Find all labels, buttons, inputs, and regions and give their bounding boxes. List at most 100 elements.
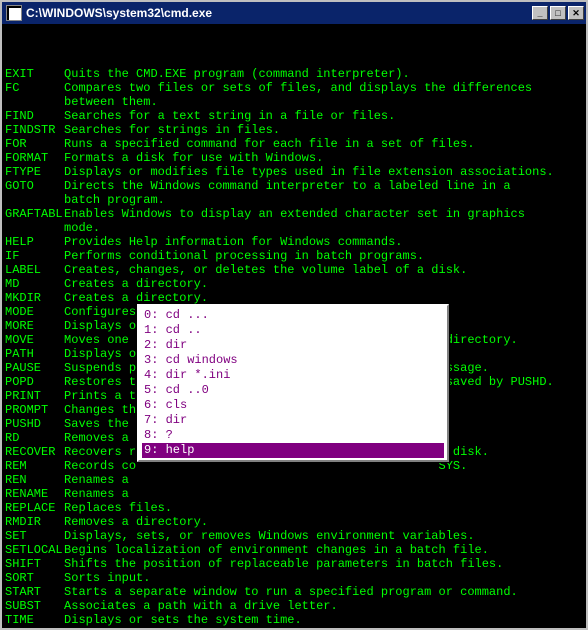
help-description: Displays or modifies file types used in … [64, 165, 583, 179]
history-item[interactable]: 7: dir [142, 413, 444, 428]
help-description: Replaces files. [64, 501, 583, 515]
help-row: RMDIRRemoves a directory. [5, 515, 583, 529]
help-command: SHIFT [5, 557, 64, 571]
help-description: Associates a path with a drive letter. [64, 599, 583, 613]
help-row: REPLACEReplaces files. [5, 501, 583, 515]
help-description: Creates a directory. [64, 277, 583, 291]
minimize-button[interactable]: _ [532, 6, 548, 20]
help-description: Searches for a text string in a file or … [64, 109, 583, 123]
help-description: batch program. [64, 193, 583, 207]
help-row: TITLESets the window title for a CMD.EXE… [5, 627, 583, 628]
help-command: FIND [5, 109, 64, 123]
help-row: SETDisplays, sets, or removes Windows en… [5, 529, 583, 543]
help-command: FOR [5, 137, 64, 151]
history-item[interactable]: 5: cd ..0 [142, 383, 444, 398]
help-command: GRAFTABL [5, 207, 64, 221]
history-item[interactable]: 9: help [142, 443, 444, 458]
window-buttons: _ □ ✕ [532, 6, 584, 20]
help-row: RENAMERenames a [5, 487, 583, 501]
help-description: Creates, changes, or deletes the volume … [64, 263, 583, 277]
help-command: FC [5, 81, 64, 95]
history-item[interactable]: 1: cd .. [142, 323, 444, 338]
help-row: FORMATFormats a disk for use with Window… [5, 151, 583, 165]
help-row: SHIFTShifts the position of replaceable … [5, 557, 583, 571]
help-command: EXIT [5, 67, 64, 81]
help-row: FCCompares two files or sets of files, a… [5, 81, 583, 95]
help-command: RECOVER [5, 445, 64, 459]
help-command: RD [5, 431, 64, 445]
help-description: mode. [64, 221, 583, 235]
help-description: Renames a [64, 473, 583, 487]
maximize-button[interactable]: □ [550, 6, 566, 20]
help-command: START [5, 585, 64, 599]
help-command: IF [5, 249, 64, 263]
help-description: Sorts input. [64, 571, 583, 585]
help-command: PUSHD [5, 417, 64, 431]
help-description: Provides Help information for Windows co… [64, 235, 583, 249]
help-row: RENRenames a [5, 473, 583, 487]
history-item[interactable]: 0: cd ... [142, 308, 444, 323]
help-command: MODE [5, 305, 64, 319]
help-row: STARTStarts a separate window to run a s… [5, 585, 583, 599]
help-row: SORTSorts input. [5, 571, 583, 585]
help-description: Compares two files or sets of files, and… [64, 81, 583, 95]
help-command: SET [5, 529, 64, 543]
help-command [5, 221, 64, 235]
titlebar[interactable]: C:\WINDOWS\system32\cmd.exe _ □ ✕ [2, 2, 586, 24]
help-command: POPD [5, 375, 64, 389]
help-row: TIMEDisplays or sets the system time. [5, 613, 583, 627]
help-row: GOTODirects the Windows command interpre… [5, 179, 583, 193]
help-command: TIME [5, 613, 64, 627]
command-history-popup[interactable]: 0: cd ...1: cd ..2: dir3: cd windows4: d… [137, 304, 449, 462]
help-command [5, 193, 64, 207]
history-item[interactable]: 3: cd windows [142, 353, 444, 368]
history-item[interactable]: 8: ? [142, 428, 444, 443]
history-item[interactable]: 6: cls [142, 398, 444, 413]
help-description: Formats a disk for use with Windows. [64, 151, 583, 165]
window-title: C:\WINDOWS\system32\cmd.exe [26, 6, 532, 20]
help-row: FINDSearches for a text string in a file… [5, 109, 583, 123]
help-row: FTYPEDisplays or modifies file types use… [5, 165, 583, 179]
help-command: PROMPT [5, 403, 64, 417]
help-row: SETLOCALBegins localization of environme… [5, 543, 583, 557]
help-row: FINDSTRSearches for strings in files. [5, 123, 583, 137]
help-command: MOVE [5, 333, 64, 347]
help-command: MD [5, 277, 64, 291]
help-command: TITLE [5, 627, 64, 628]
help-command: SUBST [5, 599, 64, 613]
help-command: PATH [5, 347, 64, 361]
help-description: Removes a directory. [64, 515, 583, 529]
close-button[interactable]: ✕ [568, 6, 584, 20]
help-description: Creates a directory. [64, 291, 583, 305]
help-row: GRAFTABLEnables Windows to display an ex… [5, 207, 583, 221]
help-command: SETLOCAL [5, 543, 64, 557]
help-command: GOTO [5, 179, 64, 193]
help-command: FORMAT [5, 151, 64, 165]
help-description: Shifts the position of replaceable param… [64, 557, 583, 571]
help-description: between them. [64, 95, 583, 109]
help-command: PAUSE [5, 361, 64, 375]
help-command [5, 95, 64, 109]
help-command: PRINT [5, 389, 64, 403]
history-item[interactable]: 2: dir [142, 338, 444, 353]
help-row: HELPProvides Help information for Window… [5, 235, 583, 249]
help-command: REN [5, 473, 64, 487]
cmd-icon[interactable] [6, 5, 22, 21]
help-row: SUBSTAssociates a path with a drive lett… [5, 599, 583, 613]
help-command: SORT [5, 571, 64, 585]
help-command: MORE [5, 319, 64, 333]
help-command: MKDIR [5, 291, 64, 305]
help-command: FINDSTR [5, 123, 64, 137]
help-command: REPLACE [5, 501, 64, 515]
cmd-window: C:\WINDOWS\system32\cmd.exe _ □ ✕ EXITQu… [0, 0, 588, 630]
help-row: LABELCreates, changes, or deletes the vo… [5, 263, 583, 277]
help-command: RENAME [5, 487, 64, 501]
help-description: Starts a separate window to run a specif… [64, 585, 583, 599]
help-row: MDCreates a directory. [5, 277, 583, 291]
help-command: RMDIR [5, 515, 64, 529]
history-item[interactable]: 4: dir *.ini [142, 368, 444, 383]
help-command: FTYPE [5, 165, 64, 179]
help-description: Sets the window title for a CMD.EXE sess… [64, 627, 583, 628]
help-description: Runs a specified command for each file i… [64, 137, 583, 151]
help-row: FORRuns a specified command for each fil… [5, 137, 583, 151]
